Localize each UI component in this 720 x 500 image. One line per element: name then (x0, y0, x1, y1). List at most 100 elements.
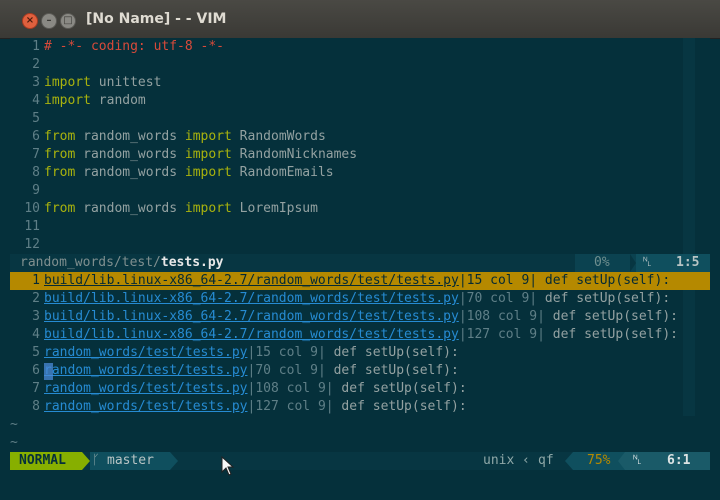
quickfix-text: def setUp(self): (325, 345, 459, 360)
quickfix-text: def setUp(self): (537, 273, 671, 288)
code-line[interactable]: 10 from random_words import LoremIpsum (10, 200, 710, 218)
window-title: [No Name] - - VIM (86, 11, 227, 27)
status-line-bottom: NORMAL ᚴ master unix ‹ qf 75% ␤ 6:1 (10, 452, 710, 470)
empty-line: ~ (10, 435, 18, 450)
code-line[interactable]: 6 from random_words import RandomWords (10, 128, 710, 146)
scroll-percent: 0% (594, 255, 610, 270)
code-token: RandomNicknames (231, 147, 358, 162)
code-token: from (44, 201, 76, 216)
separator: | (529, 273, 538, 288)
line-number: 1 (32, 273, 40, 288)
code-token: import (184, 201, 232, 216)
quickfix-file[interactable]: build/lib.linux-x86_64-2.7/random_words/… (44, 273, 459, 288)
git-branch-icon: ᚴ (92, 453, 100, 468)
code-token: random_words (75, 129, 185, 144)
line-number: 4 (32, 93, 40, 108)
quickfix-item[interactable]: 4 build/lib.linux-x86_64-2.7/random_words… (10, 326, 710, 344)
quickfix-location: 70 col 9 (466, 291, 530, 306)
file-format: unix (483, 453, 515, 468)
quickfix-file[interactable]: random_words/test/tests.py (44, 345, 248, 360)
cursor-position-bottom: 6:1 (667, 453, 691, 468)
line-number: 11 (24, 219, 40, 234)
quickfix-text: def setUp(self): (333, 381, 467, 396)
code-line[interactable]: 1 # -*- coding: utf-8 -*- (10, 38, 710, 56)
code-token: unittest (90, 75, 162, 90)
quickfix-file[interactable]: random_words/test/tests.py (44, 381, 248, 396)
quickfix-file[interactable]: build/lib.linux-x86_64-2.7/random_words/… (44, 291, 459, 306)
code-line[interactable]: 7 from random_words import RandomNickname… (10, 146, 710, 164)
mode-indicator: NORMAL (19, 453, 66, 468)
separator: | (458, 273, 467, 288)
line-number: 7 (32, 147, 40, 162)
quickfix-file[interactable]: build/lib.linux-x86_64-2.7/random_words/… (44, 327, 459, 342)
separator: | (458, 327, 467, 342)
line-number: 10 (24, 201, 40, 216)
quickfix-location: 15 col 9 (466, 273, 530, 288)
quickfix-location: 127 col 9 (466, 327, 538, 342)
line-number: 8 (32, 399, 40, 414)
quickfix-item[interactable]: 1 build/lib.linux-x86_64-2.7/random_words… (10, 272, 710, 290)
code-token: random_words (75, 201, 185, 216)
separator: | (325, 399, 334, 414)
line-number: 5 (32, 345, 40, 360)
vim-window: × – □ [No Name] - - VIM 1 # -*- coding: u… (0, 0, 720, 500)
line-number: 8 (32, 165, 40, 180)
separator-icon: ‹ (522, 453, 530, 468)
quickfix-file[interactable]: random_words/test/tests.py (44, 399, 248, 414)
line-number: 5 (32, 111, 40, 126)
code-line[interactable]: 2 (10, 56, 710, 74)
code-line[interactable]: 11 (10, 218, 710, 236)
code-token: LoremIpsum (231, 201, 318, 216)
quickfix-item[interactable]: 7 random_words/test/tests.py|108 col 9| d… (10, 380, 710, 398)
quickfix-item[interactable]: 5 random_words/test/tests.py|15 col 9| de… (10, 344, 710, 362)
quickfix-location: 108 col 9 (255, 381, 326, 396)
line-number: 12 (24, 237, 40, 252)
quickfix-location: 127 col 9 (255, 399, 326, 414)
quickfix-file[interactable]: build/lib.linux-x86_64-2.7/random_words/… (44, 309, 459, 324)
code-token: RandomEmails (231, 165, 334, 180)
line-number: 1 (32, 39, 40, 54)
code-token: from (44, 129, 76, 144)
code-token: import (44, 93, 91, 108)
code-token: import (44, 75, 91, 90)
separator: | (325, 381, 334, 396)
quickfix-item[interactable]: 8 random_words/test/tests.py|127 col 9| d… (10, 398, 710, 416)
code-token: random_words (75, 147, 185, 162)
code-token: from (44, 165, 76, 180)
code-line[interactable]: 8 from random_words import RandomEmails (10, 164, 710, 182)
code-line[interactable]: 5 (10, 110, 710, 128)
separator: | (458, 291, 467, 306)
quickfix-text: def setUp(self): (333, 399, 467, 414)
vim-editor[interactable]: 1 # -*- coding: utf-8 -*- 2 3 import unittes… (10, 38, 710, 500)
line-number: 6 (32, 363, 40, 378)
quickfix-item[interactable]: 3 build/lib.linux-x86_64-2.7/random_words… (10, 308, 710, 326)
code-line[interactable]: 12 (10, 236, 710, 254)
separator: | (458, 309, 467, 324)
line-number: 2 (32, 291, 40, 306)
separator: | (317, 363, 326, 378)
quickfix-file[interactable]: random_words/test/tests.py (44, 363, 248, 378)
code-token: # -*- coding: utf-8 -*- (44, 39, 225, 54)
maximize-icon[interactable]: □ (60, 13, 76, 29)
quickfix-text: def setUp(self): (544, 327, 678, 342)
quickfix-item[interactable]: 2 build/lib.linux-x86_64-2.7/random_words… (10, 290, 710, 308)
code-line[interactable]: 9 (10, 182, 710, 200)
line-number-icon: ␤ (632, 453, 643, 468)
separator: | (537, 327, 545, 342)
code-line[interactable]: 3 import unittest (10, 74, 710, 92)
close-icon[interactable]: × (22, 13, 38, 29)
branch-name: master (107, 453, 154, 468)
minimize-icon[interactable]: – (41, 13, 57, 29)
code-token: import (184, 129, 232, 144)
line-number: 3 (32, 309, 40, 324)
mouse-pointer-icon (221, 456, 235, 476)
separator: | (529, 291, 538, 306)
separator: | (317, 345, 326, 360)
quickfix-item[interactable]: 6 random_words/test/tests.py|70 col 9| de… (10, 362, 710, 380)
quickfix-location: 70 col 9 (255, 363, 318, 378)
empty-line: ~ (10, 417, 18, 432)
line-number: 7 (32, 381, 40, 396)
line-number: 2 (32, 57, 40, 72)
separator: | (537, 309, 545, 324)
code-line[interactable]: 4 import random (10, 92, 710, 110)
